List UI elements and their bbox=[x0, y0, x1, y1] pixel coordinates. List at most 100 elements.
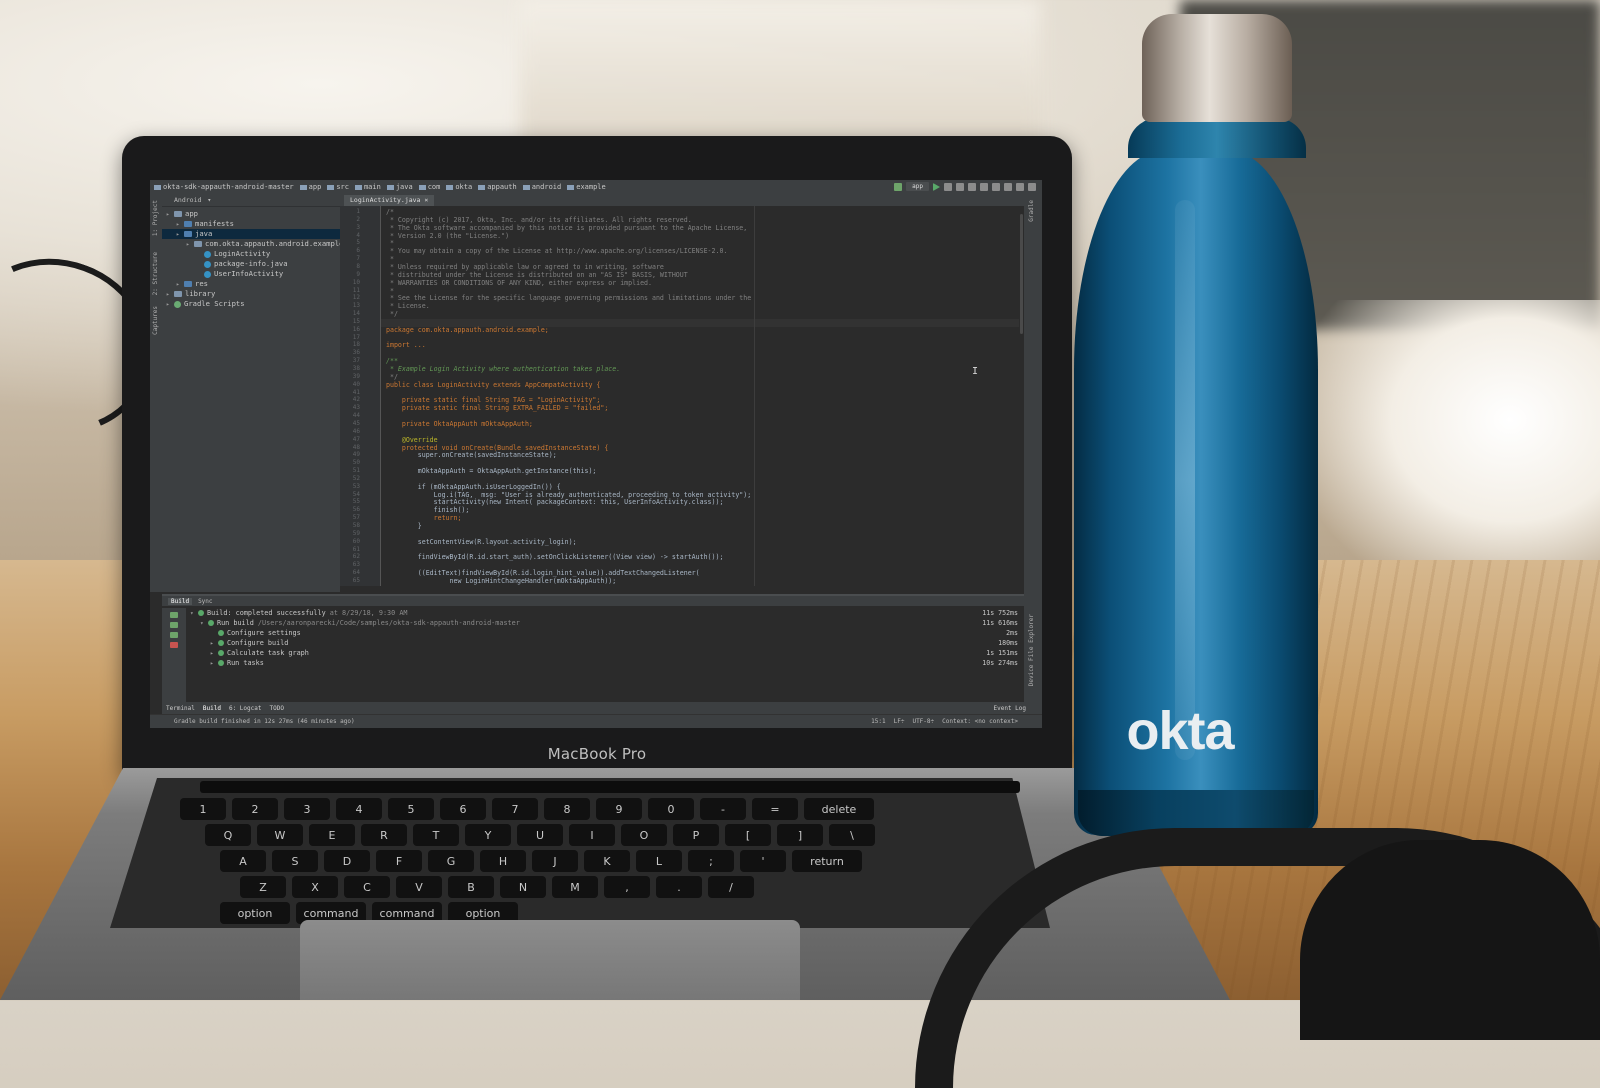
tab-device-file-explorer[interactable]: Device File Explorer bbox=[1028, 614, 1035, 686]
keyboard-key[interactable]: G bbox=[428, 850, 474, 872]
keyboard-key[interactable]: 4 bbox=[336, 798, 382, 820]
keyboard-key[interactable]: - bbox=[700, 798, 746, 820]
make-project-icon[interactable] bbox=[894, 182, 903, 191]
keyboard-key[interactable]: A bbox=[220, 850, 266, 872]
pin-icon[interactable] bbox=[170, 632, 178, 638]
keyboard-key[interactable]: 7 bbox=[492, 798, 538, 820]
keyboard-key[interactable]: 3 bbox=[284, 798, 330, 820]
keyboard-key[interactable]: Q bbox=[205, 824, 251, 846]
expand-arrow-icon[interactable]: ▾ bbox=[190, 609, 198, 619]
tree-item[interactable]: package-info.java bbox=[162, 259, 340, 269]
breadcrumb-item[interactable]: src bbox=[327, 183, 349, 191]
breadcrumb-item[interactable]: app bbox=[299, 183, 321, 191]
keyboard-key[interactable]: S bbox=[272, 850, 318, 872]
profile-icon[interactable] bbox=[956, 182, 964, 191]
keyboard-key[interactable]: M bbox=[552, 876, 598, 898]
keyboard-key[interactable]: 9 bbox=[596, 798, 642, 820]
line-separator[interactable]: LF÷ bbox=[894, 718, 905, 725]
close-icon[interactable] bbox=[170, 642, 178, 648]
rebuild-icon[interactable] bbox=[170, 612, 178, 618]
keyboard-key[interactable]: K bbox=[584, 850, 630, 872]
keyboard-key[interactable]: Y bbox=[465, 824, 511, 846]
expand-arrow-icon[interactable]: ▸ bbox=[210, 659, 218, 669]
breadcrumb-item[interactable]: com bbox=[418, 183, 440, 191]
tab-build[interactable]: Build bbox=[168, 597, 193, 605]
keyboard-key[interactable]: ' bbox=[740, 850, 786, 872]
tab-todo[interactable]: TODO bbox=[269, 705, 283, 712]
keyboard-key[interactable]: R bbox=[361, 824, 407, 846]
build-line[interactable]: ▸ Calculate task graph bbox=[190, 648, 520, 658]
keyboard-key[interactable]: D bbox=[324, 850, 370, 872]
event-log-button[interactable]: Event Log bbox=[993, 705, 1026, 712]
filter-icon[interactable] bbox=[170, 622, 178, 628]
keyboard-key[interactable]: P bbox=[673, 824, 719, 846]
keyboard-key[interactable]: F bbox=[376, 850, 422, 872]
keyboard-key[interactable]: [ bbox=[725, 824, 771, 846]
build-line[interactable]: ▸ Configure build bbox=[190, 638, 520, 648]
tree-item[interactable]: ▸ res bbox=[162, 279, 340, 289]
tab-logcat[interactable]: 6: Logcat bbox=[229, 705, 262, 712]
keyboard-key[interactable]: H bbox=[480, 850, 526, 872]
keyboard-key[interactable]: ] bbox=[777, 824, 823, 846]
tab-terminal[interactable]: Terminal bbox=[166, 705, 195, 712]
keyboard-key[interactable]: . bbox=[656, 876, 702, 898]
keyboard-key[interactable]: \ bbox=[829, 824, 875, 846]
keyboard-key[interactable]: 6 bbox=[440, 798, 486, 820]
keyboard-key[interactable]: 0 bbox=[648, 798, 694, 820]
keyboard-key[interactable]: L bbox=[636, 850, 682, 872]
keyboard-key[interactable]: O bbox=[621, 824, 667, 846]
search-icon[interactable] bbox=[1028, 182, 1036, 191]
sdk-manager-icon[interactable] bbox=[1016, 182, 1024, 191]
breadcrumb-item[interactable]: okta bbox=[446, 183, 472, 191]
tree-item[interactable]: ▸ manifests bbox=[162, 219, 340, 229]
tree-item[interactable]: ▸ app bbox=[162, 209, 340, 219]
tab-captures[interactable]: Captures bbox=[152, 306, 159, 335]
tab-project[interactable]: 1: Project bbox=[152, 200, 159, 236]
tree-item[interactable]: LoginActivity bbox=[162, 249, 340, 259]
keyboard-key[interactable]: / bbox=[708, 876, 754, 898]
file-encoding[interactable]: UTF-8÷ bbox=[912, 718, 934, 725]
avd-manager-icon[interactable] bbox=[1004, 182, 1012, 191]
keyboard-key[interactable]: E bbox=[309, 824, 355, 846]
keyboard-key[interactable]: I bbox=[569, 824, 615, 846]
keyboard-key[interactable]: T bbox=[413, 824, 459, 846]
build-line[interactable]: Configure settings bbox=[190, 628, 520, 638]
build-line[interactable]: ▾ Run build /Users/aaronparecki/Code/samp… bbox=[190, 618, 520, 628]
keyboard-key[interactable]: Z bbox=[240, 876, 286, 898]
keyboard-key[interactable]: option bbox=[220, 902, 290, 924]
code-editor[interactable]: 1 2 3 4 5 6 7 8 9 10 11 12 13 14 15 16 17 18 36 37 38 39 40 41 4… bbox=[340, 206, 1024, 586]
breadcrumb-item[interactable]: java bbox=[386, 183, 413, 191]
keyboard-key[interactable]: B bbox=[448, 876, 494, 898]
scroll-thumb[interactable] bbox=[1020, 214, 1023, 334]
debug-icon[interactable] bbox=[944, 182, 952, 191]
build-line[interactable]: ▾ Build: completed successfully at 8/29/1… bbox=[190, 608, 520, 618]
tree-item[interactable]: UserInfoActivity bbox=[162, 269, 340, 279]
tree-item[interactable]: ▸ java bbox=[162, 229, 340, 239]
keyboard-key[interactable]: X bbox=[292, 876, 338, 898]
tree-item[interactable]: ▸ com.okta.appauth.android.example bbox=[162, 239, 343, 249]
context-indicator[interactable]: Context: <no context> bbox=[942, 718, 1018, 725]
project-view-select[interactable]: Android ▾ bbox=[162, 194, 340, 207]
tab-structure[interactable]: 2: Structure bbox=[152, 252, 159, 295]
expand-arrow-icon[interactable]: ▸ bbox=[166, 300, 174, 310]
tab-build-bottom[interactable]: Build bbox=[203, 705, 221, 712]
keyboard-key[interactable]: return bbox=[792, 850, 862, 872]
keyboard-key[interactable]: 1 bbox=[180, 798, 226, 820]
tree-item[interactable]: ▸ library bbox=[162, 289, 340, 299]
breadcrumb-item[interactable]: example bbox=[567, 183, 606, 191]
close-icon[interactable]: × bbox=[424, 196, 428, 204]
attach-debugger-icon[interactable] bbox=[968, 182, 976, 191]
keyboard-key[interactable]: 5 bbox=[388, 798, 434, 820]
stop-icon[interactable] bbox=[980, 182, 988, 191]
breadcrumb-item[interactable]: main bbox=[354, 183, 381, 191]
keyboard-key[interactable]: 2 bbox=[232, 798, 278, 820]
breadcrumb-item[interactable]: appauth bbox=[478, 183, 517, 191]
keyboard-key[interactable]: ; bbox=[688, 850, 734, 872]
keyboard-key[interactable]: 8 bbox=[544, 798, 590, 820]
run-icon[interactable] bbox=[933, 182, 940, 191]
keyboard-key[interactable]: U bbox=[517, 824, 563, 846]
sync-icon[interactable] bbox=[992, 182, 1000, 191]
keyboard-key[interactable]: , bbox=[604, 876, 650, 898]
keyboard-key[interactable]: W bbox=[257, 824, 303, 846]
run-config-select[interactable]: app bbox=[906, 182, 929, 191]
